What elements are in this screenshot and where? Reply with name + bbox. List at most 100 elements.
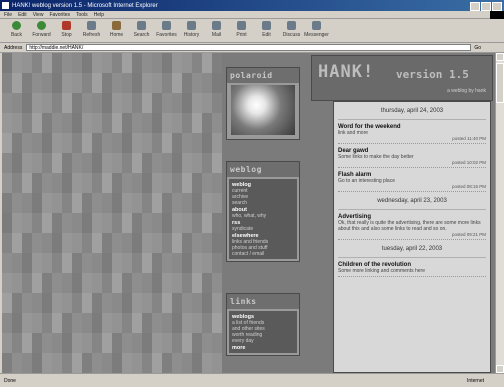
pattern-tile: [212, 213, 222, 233]
pattern-tile: [142, 153, 152, 173]
post-footer[interactable]: [338, 274, 486, 277]
pattern-tile: [162, 273, 172, 293]
pattern-tile: [152, 193, 162, 213]
discuss-button[interactable]: Discuss: [279, 19, 304, 38]
menu-help[interactable]: Help: [94, 12, 104, 18]
pattern-tile: [192, 333, 202, 353]
pattern-tile: [72, 313, 82, 333]
pattern-tile: [82, 133, 92, 153]
menu-edit[interactable]: Edit: [18, 12, 27, 18]
pattern-tile: [202, 93, 212, 113]
pattern-tile: [12, 113, 22, 133]
pattern-tile: [52, 73, 62, 93]
pattern-tile: [52, 153, 62, 173]
home-button[interactable]: Home: [104, 19, 129, 38]
pattern-tile: [112, 173, 122, 193]
pattern-tile: [42, 133, 52, 153]
search-button[interactable]: Search: [129, 19, 154, 38]
pattern-tile: [62, 313, 72, 333]
stop-button[interactable]: Stop: [54, 19, 79, 38]
mail-button[interactable]: Mail: [204, 19, 229, 38]
nav-link[interactable]: who, what, why: [232, 213, 294, 219]
history-button[interactable]: History: [179, 19, 204, 38]
pattern-tile: [172, 213, 182, 233]
site-title: HANK!: [318, 62, 375, 82]
back-button[interactable]: Back: [4, 19, 29, 38]
pattern-tile: [162, 173, 172, 193]
menu-tools[interactable]: Tools: [76, 12, 88, 18]
pattern-tile: [182, 173, 192, 193]
close-button[interactable]: [492, 2, 502, 11]
pattern-tile: [122, 53, 132, 73]
messenger-button[interactable]: Messenger: [304, 19, 329, 38]
address-input[interactable]: http://maddie.net/HANK/: [26, 44, 472, 51]
pattern-tile: [22, 93, 32, 113]
pattern-tile: [142, 53, 152, 73]
pattern-tile: [132, 173, 142, 193]
menu-file[interactable]: File: [4, 12, 12, 18]
pattern-tile: [22, 333, 32, 353]
pattern-tile: [192, 113, 202, 133]
polaroid-photo[interactable]: [231, 85, 295, 135]
pattern-tile: [62, 193, 72, 213]
nav-link[interactable]: every day: [232, 338, 294, 344]
pattern-tile: [162, 293, 172, 313]
pattern-tile: [32, 333, 42, 353]
pattern-tile: [12, 93, 22, 113]
maximize-button[interactable]: [481, 2, 491, 11]
pattern-tile: [212, 233, 222, 253]
forward-button[interactable]: Forward: [29, 19, 54, 38]
menu-view[interactable]: View: [33, 12, 44, 18]
scroll-up-button[interactable]: [496, 53, 504, 61]
pattern-tile: [112, 153, 122, 173]
pattern-tile: [192, 293, 202, 313]
pattern-tile: [182, 133, 192, 153]
pattern-tile: [182, 213, 192, 233]
minimize-button[interactable]: [470, 2, 480, 11]
vertical-scrollbar[interactable]: [495, 53, 504, 373]
pattern-tile: [142, 173, 152, 193]
post-footer[interactable]: posted 11:40 PM: [338, 136, 486, 144]
pattern-tile: [12, 53, 22, 73]
pattern-tile: [102, 133, 112, 153]
pattern-tile: [2, 233, 12, 253]
nav-link[interactable]: search: [232, 200, 294, 206]
go-button[interactable]: Go: [474, 45, 481, 51]
pattern-tile: [42, 313, 52, 333]
pattern-tile: [182, 313, 192, 333]
pattern-tile: [92, 73, 102, 93]
pattern-tile: [162, 333, 172, 353]
post-entry: Flash alarm Go to an interesting place pos…: [338, 172, 486, 192]
menu-favorites[interactable]: Favorites: [49, 12, 70, 18]
pattern-tile: [192, 193, 202, 213]
post-footer[interactable]: posted 09:21 PM: [338, 232, 486, 240]
pattern-tile: [172, 93, 182, 113]
pattern-tile: [142, 113, 152, 133]
scroll-thumb[interactable]: [496, 63, 504, 103]
pattern-tile: [82, 153, 92, 173]
pattern-tile: [32, 113, 42, 133]
post-footer[interactable]: posted 10:02 PM: [338, 160, 486, 168]
pattern-tile: [152, 313, 162, 333]
post-footer[interactable]: posted 08:15 PM: [338, 184, 486, 192]
refresh-button[interactable]: Refresh: [79, 19, 104, 38]
pattern-tile: [32, 153, 42, 173]
forward-icon: [37, 21, 46, 30]
nav-link[interactable]: syndicate: [232, 226, 294, 232]
favorites-button[interactable]: Favorites: [154, 19, 179, 38]
windows-logo-icon: [490, 11, 504, 19]
edit-button[interactable]: Edit: [254, 19, 279, 38]
print-button[interactable]: Print: [229, 19, 254, 38]
pattern-tile: [52, 53, 62, 73]
pattern-tile: [112, 93, 122, 113]
pattern-tile: [62, 73, 72, 93]
nav-link[interactable]: contact / email: [232, 251, 294, 257]
pattern-tile: [132, 333, 142, 353]
pattern-tile: [122, 273, 132, 293]
pattern-tile: [12, 213, 22, 233]
scroll-down-button[interactable]: [496, 365, 504, 373]
post-date: wednesday, april 23, 2003: [338, 192, 486, 210]
pattern-tile: [82, 193, 92, 213]
address-bar: Address http://maddie.net/HANK/ Go: [0, 43, 504, 53]
pattern-tile: [152, 153, 162, 173]
